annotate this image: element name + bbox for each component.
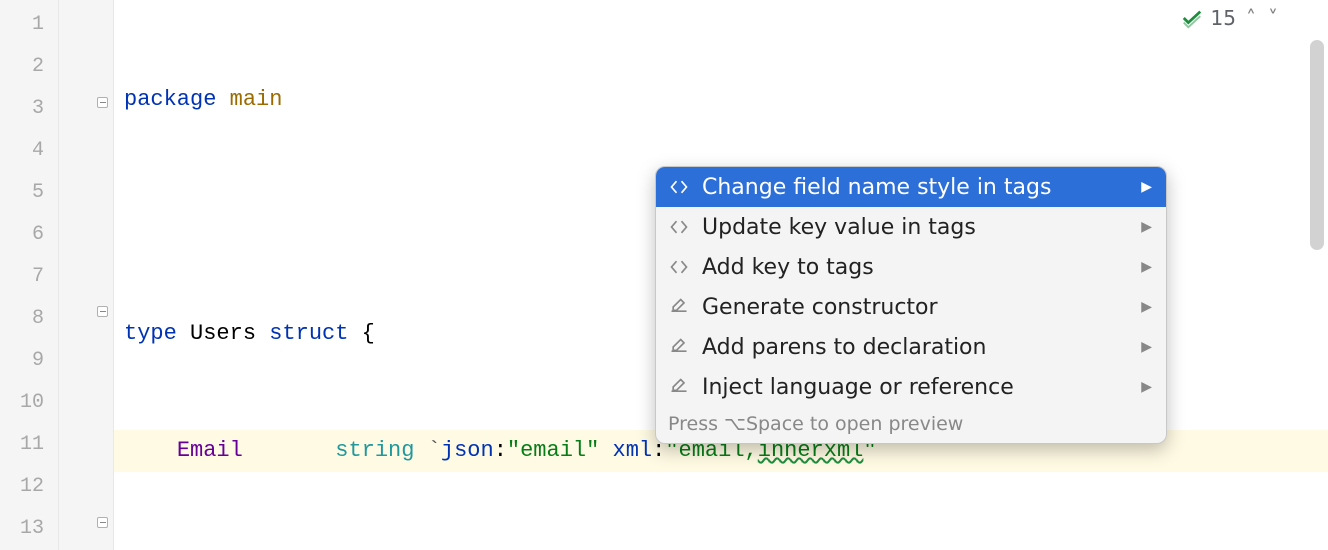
submenu-arrow-icon: ▶ bbox=[1141, 179, 1152, 195]
keyword: type bbox=[124, 321, 177, 346]
inspection-count: 15 bbox=[1211, 6, 1236, 30]
type-name: Users bbox=[190, 321, 256, 346]
brackets-icon bbox=[668, 177, 690, 197]
line-number: 5 bbox=[0, 172, 58, 214]
line-number: 6 bbox=[0, 214, 58, 256]
menu-item-label: Add key to tags bbox=[702, 255, 1129, 280]
brackets-icon bbox=[668, 257, 690, 277]
submenu-arrow-icon: ▶ bbox=[1141, 299, 1152, 315]
pencil-icon bbox=[668, 337, 690, 357]
identifier: main bbox=[230, 87, 283, 112]
fold-toggle-icon[interactable] bbox=[97, 97, 113, 109]
keyword: struct bbox=[269, 321, 348, 346]
menu-item-label: Generate constructor bbox=[702, 295, 1129, 320]
submenu-arrow-icon: ▶ bbox=[1141, 219, 1152, 235]
tag-key: json bbox=[441, 438, 494, 463]
menu-item-label: Change field name style in tags bbox=[702, 175, 1129, 200]
inspection-widget[interactable]: 15 ˄ ˅ bbox=[1181, 6, 1280, 30]
fold-gutter bbox=[59, 0, 114, 550]
menu-item[interactable]: Change field name style in tags ▶ bbox=[656, 167, 1166, 207]
menu-hint: Press ⌥Space to open preview bbox=[656, 407, 1166, 443]
menu-item-label: Update key value in tags bbox=[702, 215, 1129, 240]
checkmark-icon bbox=[1181, 7, 1203, 29]
next-problem-button[interactable]: ˅ bbox=[1266, 6, 1280, 30]
line-number: 8 bbox=[0, 298, 58, 340]
submenu-arrow-icon: ▶ bbox=[1141, 379, 1152, 395]
menu-item[interactable]: Update key value in tags ▶ bbox=[656, 207, 1166, 247]
brackets-icon bbox=[668, 217, 690, 237]
menu-item-label: Inject language or reference bbox=[702, 375, 1129, 400]
submenu-arrow-icon: ▶ bbox=[1141, 259, 1152, 275]
line-number: 11 bbox=[0, 424, 58, 466]
line-number: 1 bbox=[0, 4, 58, 46]
brace: { bbox=[362, 321, 375, 346]
line-number: 10 bbox=[0, 382, 58, 424]
line-number: 2 bbox=[0, 46, 58, 88]
code-line[interactable]: package main bbox=[114, 79, 1328, 121]
line-number: 3 bbox=[0, 88, 58, 130]
type: string bbox=[335, 438, 414, 463]
line-number: 4 bbox=[0, 130, 58, 172]
menu-item[interactable]: Generate constructor ▶ bbox=[656, 287, 1166, 327]
tag-key: xml bbox=[613, 438, 653, 463]
menu-item[interactable]: Add key to tags ▶ bbox=[656, 247, 1166, 287]
pencil-icon bbox=[668, 297, 690, 317]
menu-item[interactable]: Add parens to declaration ▶ bbox=[656, 327, 1166, 367]
fold-toggle-icon[interactable] bbox=[97, 306, 113, 318]
string: "email" bbox=[507, 438, 599, 463]
intentions-menu[interactable]: Change field name style in tags▶Update k… bbox=[655, 166, 1167, 444]
menu-item[interactable]: Inject language or reference ▶ bbox=[656, 367, 1166, 407]
menu-item-label: Add parens to declaration bbox=[702, 335, 1129, 360]
line-number: 13 bbox=[0, 508, 58, 550]
fold-toggle-icon[interactable] bbox=[97, 517, 113, 529]
code-editor[interactable]: 12345678910111213 package main type User… bbox=[0, 0, 1328, 550]
prev-problem-button[interactable]: ˄ bbox=[1244, 6, 1258, 30]
pencil-icon bbox=[668, 377, 690, 397]
submenu-arrow-icon: ▶ bbox=[1141, 339, 1152, 355]
scrollbar-thumb[interactable] bbox=[1310, 40, 1324, 250]
backtick: ` bbox=[428, 438, 441, 463]
line-number: 9 bbox=[0, 340, 58, 382]
keyword: package bbox=[124, 87, 216, 112]
line-number: 7 bbox=[0, 256, 58, 298]
line-number: 12 bbox=[0, 466, 58, 508]
gutter: 12345678910111213 bbox=[0, 0, 59, 550]
field-name: Email bbox=[177, 438, 243, 463]
